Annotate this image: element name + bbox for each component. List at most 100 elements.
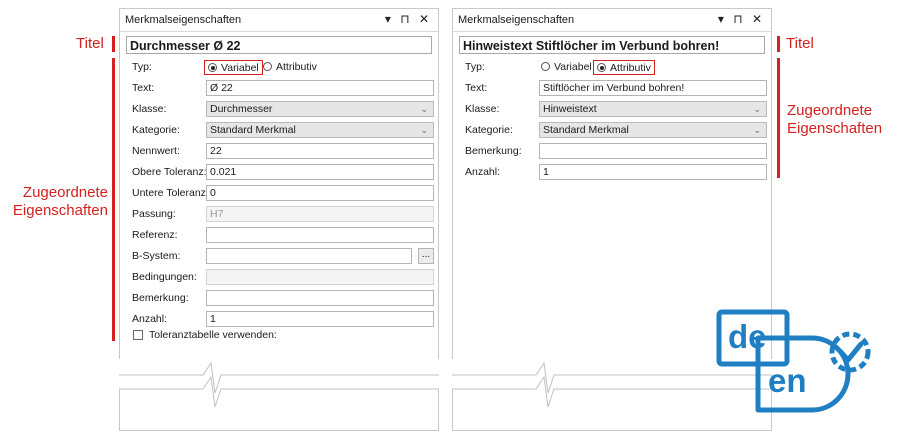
toleranztabelle-checkbox[interactable]: Toleranztabelle verwenden:	[133, 329, 277, 341]
kategorie-select[interactable]: Standard Merkmal ⌄	[539, 122, 767, 138]
kategorie-row: Kategorie: Standard Merkmal ⌄	[126, 121, 436, 141]
browse-button[interactable]: ...	[418, 248, 434, 264]
annotation-title-right: Titel	[786, 35, 814, 52]
kategorie-label: Kategorie:	[465, 124, 513, 136]
dropdown-icon[interactable]: ▾	[718, 12, 727, 26]
kategorie-label: Kategorie:	[132, 124, 180, 136]
title-field[interactable]: Durchmesser Ø 22	[126, 36, 432, 54]
pin-icon[interactable]: ⊓	[733, 12, 745, 26]
anzahl-input[interactable]: 1	[206, 311, 434, 327]
checkbox-label: Toleranztabelle verwenden:	[149, 329, 277, 341]
annotation-line: Eigenschaften	[12, 202, 108, 219]
annotation-line: Zugeordnete	[22, 184, 108, 201]
bemerkung-row: Bemerkung:	[459, 142, 769, 162]
pin-icon[interactable]: ⊓	[400, 12, 412, 26]
nennwert-label: Nennwert:	[132, 145, 180, 157]
bemerkung-row: Bemerkung:	[126, 289, 436, 309]
passung-label: Passung:	[132, 208, 176, 220]
typ-row: Typ: Variabel Attributiv	[459, 58, 769, 78]
nennwert-input[interactable]: 22	[206, 143, 434, 159]
annotation-assigned-right: Zugeordnete Eigenschaften	[787, 102, 882, 138]
klasse-label: Klasse:	[465, 103, 500, 115]
anzahl-row: Anzahl: 1	[459, 163, 769, 183]
bsystem-row: B-System: ...	[126, 247, 436, 267]
bemerkung-label: Bemerkung:	[132, 292, 189, 304]
kategorie-value: Standard Merkmal	[543, 124, 629, 136]
obere-toleranz-input[interactable]: 0.021	[206, 164, 434, 180]
title-field[interactable]: Hinweistext Stiftlöcher im Verbund bohre…	[459, 36, 765, 54]
chevron-down-icon: ⌄	[420, 104, 428, 114]
kategorie-value: Standard Merkmal	[210, 124, 296, 136]
text-label: Text:	[132, 82, 155, 94]
checkbox-icon[interactable]	[133, 330, 143, 340]
text-input[interactable]: Stiftlöcher im Verbund bohren!	[539, 80, 767, 96]
klasse-row: Klasse: Hinweistext ⌄	[459, 100, 769, 120]
truncation-break	[119, 359, 439, 431]
logo-text-de: de	[728, 318, 767, 355]
obere-toleranz-label: Obere Toleranz:	[132, 166, 207, 178]
klasse-select[interactable]: Durchmesser ⌄	[206, 101, 434, 117]
annotation-bar-title-right	[777, 36, 780, 52]
panel-header: Merkmalseigenschaften ▾ ⊓ ✕	[120, 9, 438, 32]
radio-label: Attributiv	[610, 62, 651, 74]
panel-header-title: Merkmalseigenschaften	[125, 14, 242, 26]
radio-label: Variabel	[221, 62, 259, 74]
panel-header: Merkmalseigenschaften ▾ ⊓ ✕	[453, 9, 771, 32]
annotation-line: Eigenschaften	[787, 120, 883, 137]
anzahl-input[interactable]: 1	[539, 164, 767, 180]
radio-circle-icon	[208, 63, 217, 72]
radio-variabel[interactable]: Variabel	[204, 60, 263, 75]
radio-label: Variabel	[554, 61, 592, 73]
annotation-bar-title-left	[112, 36, 115, 52]
radio-circle-icon	[541, 62, 550, 71]
klasse-value: Durchmesser	[210, 103, 273, 115]
bedingungen-label: Bedingungen:	[132, 271, 197, 283]
anzahl-label: Anzahl:	[465, 166, 501, 178]
bemerkung-input[interactable]	[539, 143, 767, 159]
nennwert-row: Nennwert: 22	[126, 142, 436, 162]
obere-toleranz-row: Obere Toleranz: 0.021	[126, 163, 436, 183]
radio-attributiv[interactable]: Attributiv	[263, 60, 317, 75]
left-properties-panel: Merkmalseigenschaften ▾ ⊓ ✕ Durchmesser …	[119, 8, 439, 431]
referenz-input[interactable]	[206, 227, 434, 243]
radio-label: Attributiv	[276, 61, 317, 73]
typ-label: Typ:	[132, 61, 152, 73]
klasse-value: Hinweistext	[543, 103, 597, 115]
radio-circle-icon	[597, 63, 606, 72]
typ-label: Typ:	[465, 61, 485, 73]
passung-row: Passung: H7	[126, 205, 436, 225]
text-input[interactable]: Ø 22	[206, 80, 434, 96]
close-icon[interactable]: ✕	[752, 12, 765, 26]
dropdown-icon[interactable]: ▾	[385, 12, 394, 26]
annotation-line: Zugeordnete	[787, 102, 873, 119]
logo-text-en: en	[768, 362, 807, 399]
chevron-down-icon: ⌄	[420, 125, 428, 135]
untere-toleranz-input[interactable]: 0	[206, 185, 434, 201]
referenz-row: Referenz:	[126, 226, 436, 246]
annotation-bar-assigned-left	[112, 58, 115, 341]
radio-attributiv[interactable]: Attributiv	[593, 60, 655, 75]
annotation-bar-assigned-right	[777, 58, 780, 178]
typ-row: Typ: Variabel Attributiv	[126, 58, 436, 78]
untere-toleranz-row: Untere Toleranz: 0	[126, 184, 436, 204]
kategorie-select[interactable]: Standard Merkmal ⌄	[206, 122, 434, 138]
bemerkung-label: Bemerkung:	[465, 145, 522, 157]
chevron-down-icon: ⌄	[753, 125, 761, 135]
panel-header-title: Merkmalseigenschaften	[458, 14, 575, 26]
bemerkung-input[interactable]	[206, 290, 434, 306]
passung-input: H7	[206, 206, 434, 222]
referenz-label: Referenz:	[132, 229, 178, 241]
radio-variabel[interactable]: Variabel	[541, 60, 592, 75]
kategorie-row: Kategorie: Standard Merkmal ⌄	[459, 121, 769, 141]
text-row: Text: Ø 22	[126, 79, 436, 99]
text-row: Text: Stiftlöcher im Verbund bohren!	[459, 79, 769, 99]
bsystem-label: B-System:	[132, 250, 181, 262]
close-icon[interactable]: ✕	[419, 12, 432, 26]
bedingungen-row: Bedingungen:	[126, 268, 436, 288]
bsystem-input[interactable]	[206, 248, 412, 264]
klasse-row: Klasse: Durchmesser ⌄	[126, 100, 436, 120]
klasse-label: Klasse:	[132, 103, 167, 115]
anzahl-label: Anzahl:	[132, 313, 168, 325]
anzahl-row: Anzahl: 1	[126, 310, 436, 330]
klasse-select[interactable]: Hinweistext ⌄	[539, 101, 767, 117]
